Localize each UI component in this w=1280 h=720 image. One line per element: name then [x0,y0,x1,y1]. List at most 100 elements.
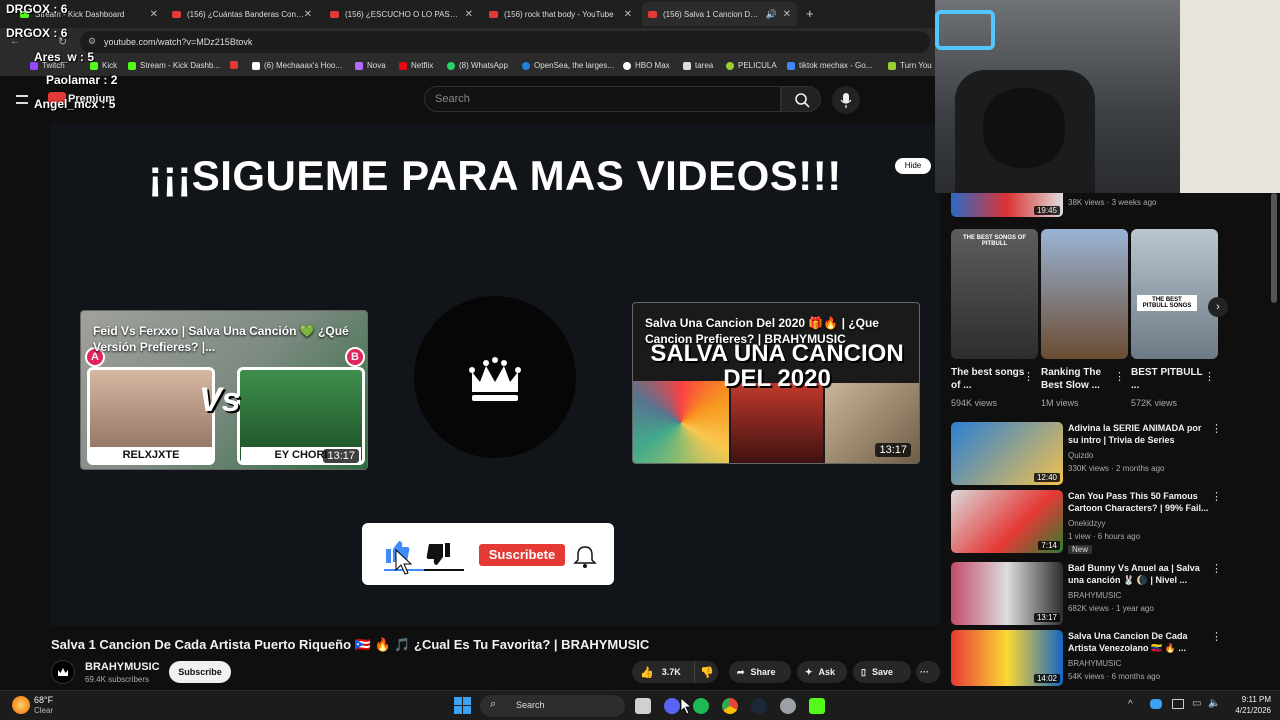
ask-label: Ask [818,667,836,677]
url-text: youtube.com/watch?v=MDz215Btovk [104,37,253,47]
task-view-icon[interactable] [635,698,651,714]
speaker-icon[interactable]: 🔊 [766,9,777,20]
menu-icon[interactable] [16,95,28,104]
short-menu-icon[interactable]: ⋮ [1114,370,1125,383]
spotify-icon[interactable] [693,698,709,714]
search-input[interactable]: Search [424,86,781,112]
onedrive-icon[interactable] [1150,699,1162,709]
chat-user: DRGOX [6,26,51,40]
bookmark-netflix[interactable]: Netflix [399,61,433,70]
sidebar-scrollbar[interactable] [1271,193,1277,303]
site-info-icon[interactable]: ⚙ [88,36,96,47]
ask-button[interactable]: ✦ Ask [797,661,847,683]
address-bar-row: ← ↻ ⚙ youtube.com/watch?v=MDz215Btovk [0,28,935,56]
chat-entry: Angel_mcx : 5 [34,97,116,111]
search-button[interactable] [781,86,821,112]
voice-search-button[interactable] [832,86,860,114]
discord-icon[interactable] [664,698,680,714]
search-icon [795,93,810,108]
recommendation-item[interactable]: 12:40 Adivina la SERIE ANIMADA por su in… [951,422,1261,488]
short-menu-icon[interactable]: ⋮ [1023,370,1034,383]
shorts-next-button[interactable]: › [1208,297,1228,317]
like-button[interactable]: 👍 3.7K [632,661,694,683]
obs-icon[interactable] [780,698,796,714]
more-actions-button[interactable]: ··· [916,661,940,683]
short-views: 594K views [951,398,998,408]
short-thumbnail[interactable]: THE BEST PITBULL SONGS [1131,229,1218,359]
close-icon[interactable]: ✕ [624,9,632,20]
kick-icon[interactable] [809,698,825,714]
recommendation-channel: BRAHYMUSIC [1068,591,1122,600]
short-title[interactable]: Ranking The Best Slow ... [1041,366,1116,392]
endscreen-card-2020[interactable]: SALVA UNA CANCION DEL 2020 Salva Una Can… [632,302,920,464]
tab-escucho[interactable]: (156) ¿ESCUCHO O LO PASO? ¿ ✕ [324,2,479,26]
bookmark-youtube[interactable] [230,61,242,69]
steam-icon[interactable] [751,698,767,714]
chrome-icon[interactable] [722,698,738,714]
bookmark-whatsapp[interactable]: (8) WhatsApp [447,61,508,70]
bookmark-nova[interactable]: Nova [355,61,386,70]
channel-avatar[interactable] [51,660,75,684]
bookmark-pelicula[interactable]: PELICULA [726,61,777,70]
hide-label: Hide [904,161,922,170]
recommendation-item[interactable]: 7:14 Can You Pass This 50 Famous Cartoon… [951,490,1261,560]
chat-count: 5 [87,50,95,64]
save-button[interactable]: ▯ Save [853,661,911,683]
close-icon[interactable]: ✕ [150,9,158,20]
recommendation-item[interactable]: 14:02 Salva Una Cancion De Cada Artista … [951,630,1261,686]
bookmark-icon: ▯ [861,666,866,677]
new-tab-button[interactable]: + [806,6,814,21]
channel-endscreen-circle[interactable] [414,296,576,458]
volume-icon[interactable]: 🔈 [1208,698,1220,709]
channel-name[interactable]: BRAHYMUSIC [85,661,160,673]
bookmark-tiktok[interactable]: tiktok mechax - Go... [787,61,872,70]
more-icon[interactable]: ⋮ [1211,562,1222,575]
tab-salva-cancion[interactable]: (156) Salva 1 Cancion De Cada 🔊 ✕ [642,2,797,26]
chat-user: Ares_w [34,50,77,64]
tab-banderas[interactable]: (156) ¿Cuántas Banderas Conoces? ✕ [166,2,318,26]
weather-temp[interactable]: 68°F [34,695,53,705]
more-icon[interactable]: ⋮ [1211,422,1222,435]
url-field[interactable]: ⚙ youtube.com/watch?v=MDz215Btovk [80,31,930,53]
more-icon[interactable]: ⋮ [1211,630,1222,643]
clock-time[interactable]: 9:11 PM [1226,695,1271,704]
bookmark-hbo[interactable]: HBO Max [623,61,670,70]
short-thumbnail[interactable] [1041,229,1128,359]
clock-date[interactable]: 4/21/2026 [1226,706,1271,715]
short-title[interactable]: BEST PITBULL ... [1131,366,1206,392]
bookmark-tarea[interactable]: tarea [683,61,713,70]
recommendation-meta: 54K views · 6 months ago [1068,672,1161,681]
network-icon[interactable]: ▭ [1192,698,1201,709]
close-icon[interactable]: ✕ [783,9,791,20]
video-player[interactable]: ¡¡¡SIGUEME PARA MAS VIDEOS!!! Hide A B V… [50,124,940,626]
short-thumbnail[interactable]: THE BEST SONGS OF PITBULL [951,229,1038,359]
bookmark-x[interactable]: (6) Mechaaax's Hoo... [252,61,342,70]
card-title: Salva Una Cancion Del 2020 🎁🔥 | ¿Que Can… [645,316,879,347]
display-icon[interactable] [1172,699,1184,709]
bookmark-kick-dashboard[interactable]: Stream - Kick Dashb... [128,61,220,70]
chevron-up-icon[interactable]: ^ [1128,699,1133,710]
close-icon[interactable]: ✕ [304,9,312,20]
weather-desc: Clear [34,706,54,715]
chat-count: 5 [108,97,116,111]
close-icon[interactable]: ✕ [465,9,473,20]
bookmark-opensea[interactable]: OpenSea, the larges... [522,61,614,70]
hide-button[interactable]: Hide [895,158,931,174]
short-title[interactable]: The best songs of ... [951,366,1026,392]
taskbar-search[interactable]: ⌕ Search [480,695,625,717]
dislike-button[interactable]: 👎 [694,661,718,683]
short-menu-icon[interactable]: ⋮ [1204,370,1215,383]
card-thumb-middle [731,383,823,463]
recommendation-thumbnail-partial[interactable]: 19:45 [951,193,1063,217]
more-icon[interactable]: ⋮ [1211,490,1222,503]
recommendation-item[interactable]: 13:17 Bad Bunny Vs Anuel aa | Salva una … [951,562,1261,628]
endscreen-card-feid-vs-ferxxo[interactable]: A B Vs RELXJXTE EY CHORI Feid Vs Ferxxo … [80,310,368,470]
tab-rock-that-body[interactable]: (156) rock that body - YouTube ✕ [483,2,638,26]
chat-count: 2 [110,73,118,87]
like-count: 3.7K [661,667,681,677]
bookmark-kick[interactable]: Kick [90,61,117,70]
subscribe-button[interactable]: Subscribe [169,661,231,683]
windows-start-icon[interactable] [454,697,471,714]
bookmark-turn-you[interactable]: Turn You [888,61,932,70]
share-button[interactable]: ➦ Share [729,661,791,683]
